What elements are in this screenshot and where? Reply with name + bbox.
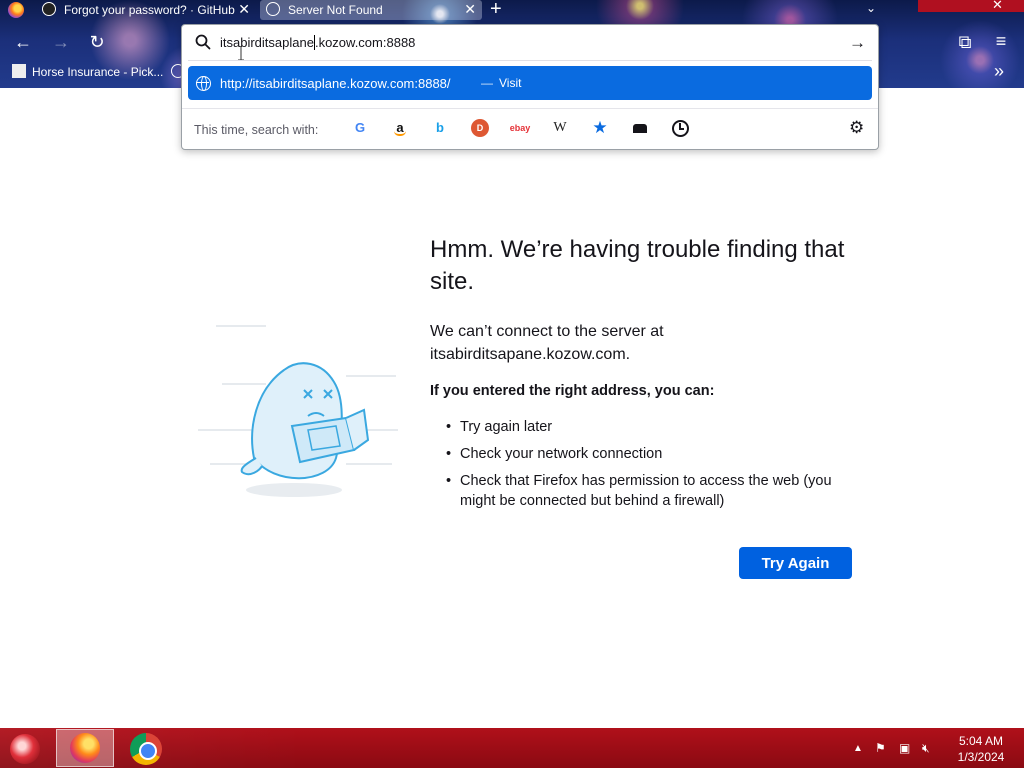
duckduckgo-engine-icon[interactable]: D (471, 119, 489, 137)
tab-title: Forgot your password? · GitHub (64, 3, 235, 17)
error-title: Hmm. We’re having trouble finding that s… (430, 236, 845, 295)
urlbar-panel: itsabirditsaplane.kozow.com:8888 → http:… (181, 24, 879, 150)
suggestion-separator: — (481, 76, 493, 90)
ebay-engine-icon[interactable]: ebay (509, 119, 531, 137)
list-item: Check that Firefox has permission to acc… (446, 471, 846, 511)
back-button[interactable]: ← (12, 32, 34, 53)
divider (188, 60, 872, 61)
list-item: Check your network connection (446, 444, 846, 464)
visit-suggestion[interactable]: http://itsabirditsaplane.kozow.com:8888/… (188, 66, 872, 100)
firefox-menu-icon[interactable] (8, 2, 24, 18)
app-menu-icon[interactable]: ≡ (990, 31, 1012, 52)
bookmark-favicon-icon (12, 64, 26, 78)
divider (182, 108, 878, 109)
action-center-flag-icon[interactable]: ⚑ (875, 741, 886, 755)
dinosaur-illustration (198, 325, 398, 497)
more-bookmarks-icon[interactable]: » (994, 61, 1004, 82)
suggestion-url: http://itsabirditsaplane.kozow.com:8888/ (220, 76, 451, 91)
search-icon (195, 34, 211, 50)
history-search-icon[interactable] (671, 119, 689, 137)
window-close-icon[interactable]: ✕ (992, 0, 1003, 13)
close-tab-icon[interactable]: ✕ (464, 0, 476, 18)
reload-button[interactable]: ↻ (86, 32, 108, 53)
bookmark-label: Horse Insurance - Pick... (32, 65, 164, 79)
gear-icon[interactable]: ⚙ (849, 118, 864, 138)
amazon-engine-icon[interactable]: a (391, 119, 409, 137)
show-hidden-icons[interactable]: ▲ (853, 743, 863, 754)
google-engine-icon[interactable]: G (351, 119, 369, 137)
tab-server-not-found[interactable]: Server Not Found ✕ (260, 0, 482, 20)
taskbar-chrome-icon[interactable] (130, 733, 162, 765)
window-controls (918, 0, 1024, 12)
github-icon (42, 2, 56, 16)
volume-muted-icon[interactable]: 🔇︎ (922, 741, 930, 756)
extensions-icon[interactable]: ⧉ (954, 32, 976, 53)
suggestion-list: Try again later Check your network conne… (446, 417, 846, 518)
wikipedia-engine-icon[interactable]: W (551, 119, 569, 137)
info-icon (266, 2, 280, 16)
taskbar-firefox-button[interactable] (56, 729, 114, 767)
go-arrow-icon[interactable]: → (849, 33, 866, 53)
tab-github[interactable]: Forgot your password? · GitHub ✕ (36, 0, 256, 20)
error-subheading: If you entered the right address, you ca… (430, 383, 715, 399)
clock-date: 1/3/2024 (957, 750, 1005, 764)
url-text[interactable]: itsabirditsaplane.kozow.com:8888 (220, 35, 415, 50)
tabs-search-icon[interactable] (631, 119, 649, 137)
tab-strip: Forgot your password? · GitHub ✕ Server … (0, 0, 1024, 24)
bookmarks-search-icon[interactable]: ★ (591, 119, 609, 137)
list-item: Try again later (446, 417, 846, 437)
start-button[interactable] (10, 734, 40, 764)
bookmark-horse-insurance[interactable]: Horse Insurance - Pick... (12, 64, 163, 79)
new-tab-button[interactable]: + (490, 0, 502, 21)
url-value-end: .kozow.com:8888 (314, 35, 416, 50)
bing-engine-icon[interactable]: b (431, 119, 449, 137)
network-icon[interactable]: ▣ (899, 741, 910, 755)
try-again-button[interactable]: Try Again (739, 547, 852, 579)
url-value-start: itsabirditsaplane (220, 35, 314, 50)
system-clock[interactable]: 5:04 AM 1/3/2024 (948, 733, 1014, 765)
search-with-label: This time, search with: (194, 123, 319, 137)
error-description: We can’t connect to the server at itsabi… (430, 323, 664, 363)
close-tab-icon[interactable]: ✕ (238, 0, 250, 18)
list-all-tabs-icon[interactable]: ⌄ (866, 1, 876, 15)
clock-time: 5:04 AM (958, 734, 1004, 748)
globe-icon (196, 76, 211, 91)
firefox-icon (70, 733, 100, 763)
text-cursor-icon (238, 46, 244, 60)
tab-title: Server Not Found (288, 3, 383, 17)
suggestion-action: Visit (499, 76, 522, 90)
forward-button[interactable]: → (50, 32, 72, 53)
url-input[interactable]: itsabirditsaplane.kozow.com:8888 → (182, 25, 878, 61)
